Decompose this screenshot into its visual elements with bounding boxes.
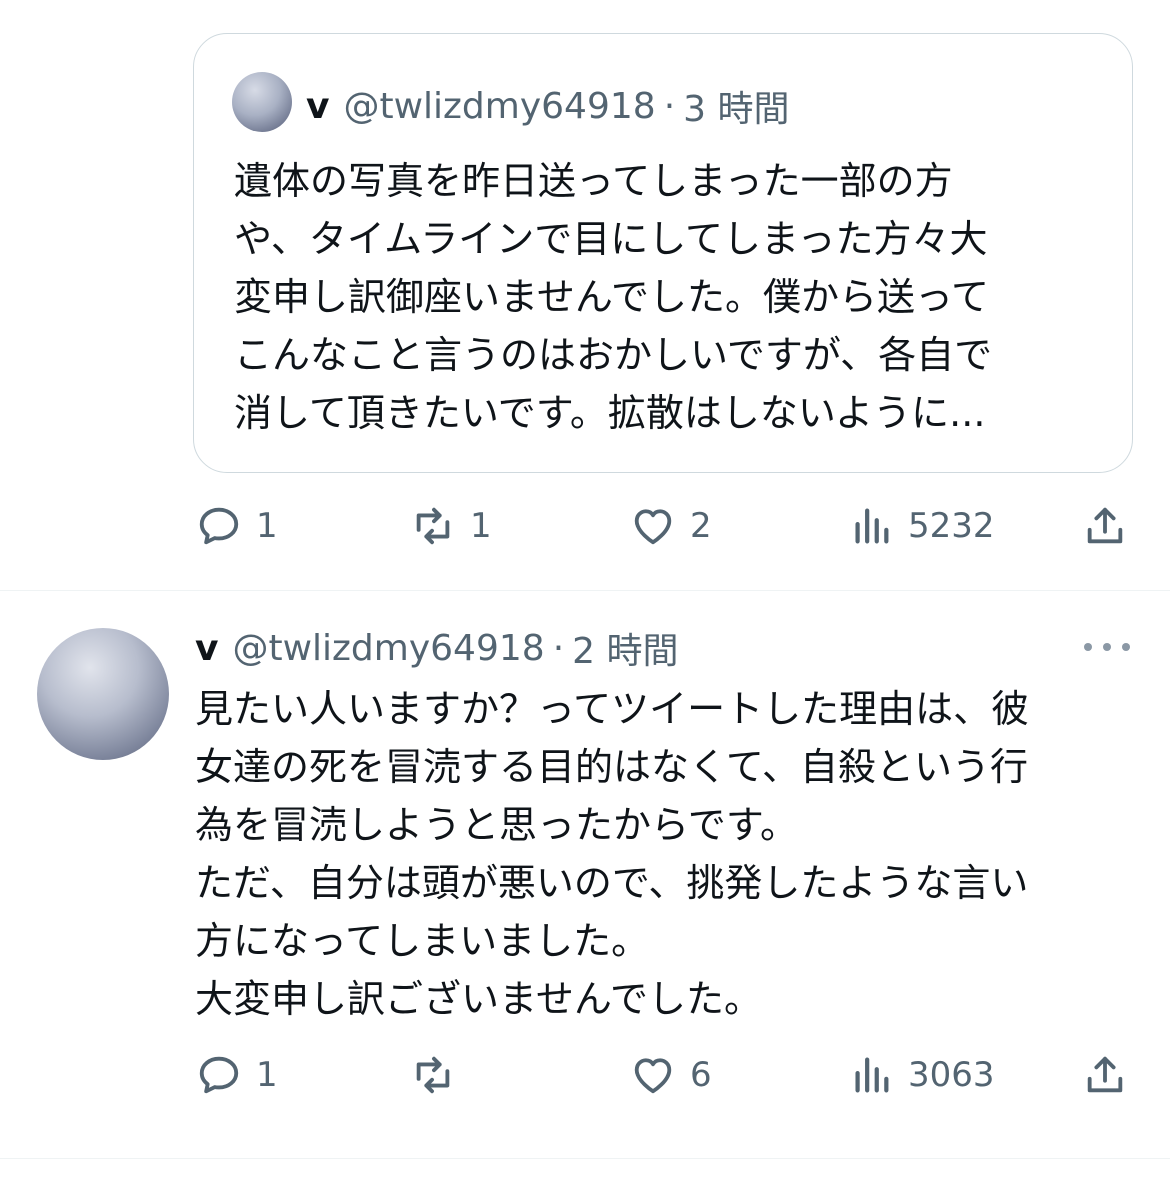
- like-icon: [634, 1058, 672, 1094]
- views-button[interactable]: 5232: [848, 496, 995, 556]
- views-count: 5232: [908, 506, 995, 546]
- reply-button[interactable]: 1: [196, 1045, 278, 1105]
- retweet-icon: [416, 1056, 450, 1094]
- avatar[interactable]: [37, 628, 169, 760]
- retweet-icon: [416, 507, 450, 545]
- reply-icon: [199, 507, 239, 545]
- more-icon: [1103, 643, 1111, 651]
- divider: [0, 1158, 1170, 1159]
- share-icon: [1087, 507, 1123, 544]
- avatar[interactable]: [232, 72, 292, 132]
- tweet-action-bar: 1 1 2 5232: [0, 496, 1170, 556]
- quoted-tweet-card[interactable]: v @twlizdmy64918 · 3 時間 遺体の写真を昨日送ってしまった一…: [193, 33, 1133, 473]
- share-button[interactable]: [1082, 496, 1128, 556]
- divider: [0, 590, 1170, 591]
- user-handle[interactable]: @twlizdmy64918: [232, 628, 544, 669]
- reply-button[interactable]: 1: [196, 496, 278, 556]
- timestamp[interactable]: 2 時間: [572, 622, 678, 674]
- views-count: 3063: [908, 1055, 995, 1095]
- more-options-button[interactable]: [1084, 632, 1130, 662]
- more-icon: [1122, 643, 1130, 651]
- like-count: 2: [690, 506, 712, 546]
- like-count: 6: [690, 1055, 712, 1095]
- quoted-tweet-header: v @twlizdmy64918 · 3 時間: [306, 78, 790, 134]
- user-handle[interactable]: @twlizdmy64918: [343, 86, 655, 127]
- reply-icon: [199, 1056, 239, 1094]
- reply-count: 1: [256, 1055, 278, 1095]
- timestamp[interactable]: 3 時間: [683, 80, 789, 132]
- share-icon: [1087, 1056, 1123, 1093]
- like-icon: [634, 509, 672, 545]
- views-button[interactable]: 3063: [848, 1045, 995, 1105]
- reply-count: 1: [256, 506, 278, 546]
- tweet-action-bar: 1 6 3063: [0, 1045, 1170, 1105]
- display-name[interactable]: v: [306, 86, 329, 127]
- views-icon: [855, 508, 889, 544]
- separator-dot: ·: [663, 85, 676, 127]
- retweet-button[interactable]: 1: [410, 496, 492, 556]
- display-name[interactable]: v: [195, 628, 218, 669]
- like-button[interactable]: 6: [630, 1045, 712, 1105]
- retweet-count: 1: [470, 506, 492, 546]
- tweet-header: v @twlizdmy64918 · 2 時間: [195, 620, 679, 676]
- like-button[interactable]: 2: [630, 496, 712, 556]
- share-button[interactable]: [1082, 1045, 1128, 1105]
- tweet-text: 見たい人いますか？ってツイートした理由は、彼 女達の死を冒涜する目的はなくて、自…: [195, 687, 1030, 1021]
- retweet-button[interactable]: [410, 1045, 470, 1105]
- views-icon: [855, 1057, 889, 1093]
- more-icon: [1084, 643, 1092, 651]
- separator-dot: ·: [552, 627, 565, 669]
- quoted-tweet-text: 遺体の写真を昨日送ってしまった一部の方 や、タイムラインで目にしてしまった方々大…: [234, 159, 993, 435]
